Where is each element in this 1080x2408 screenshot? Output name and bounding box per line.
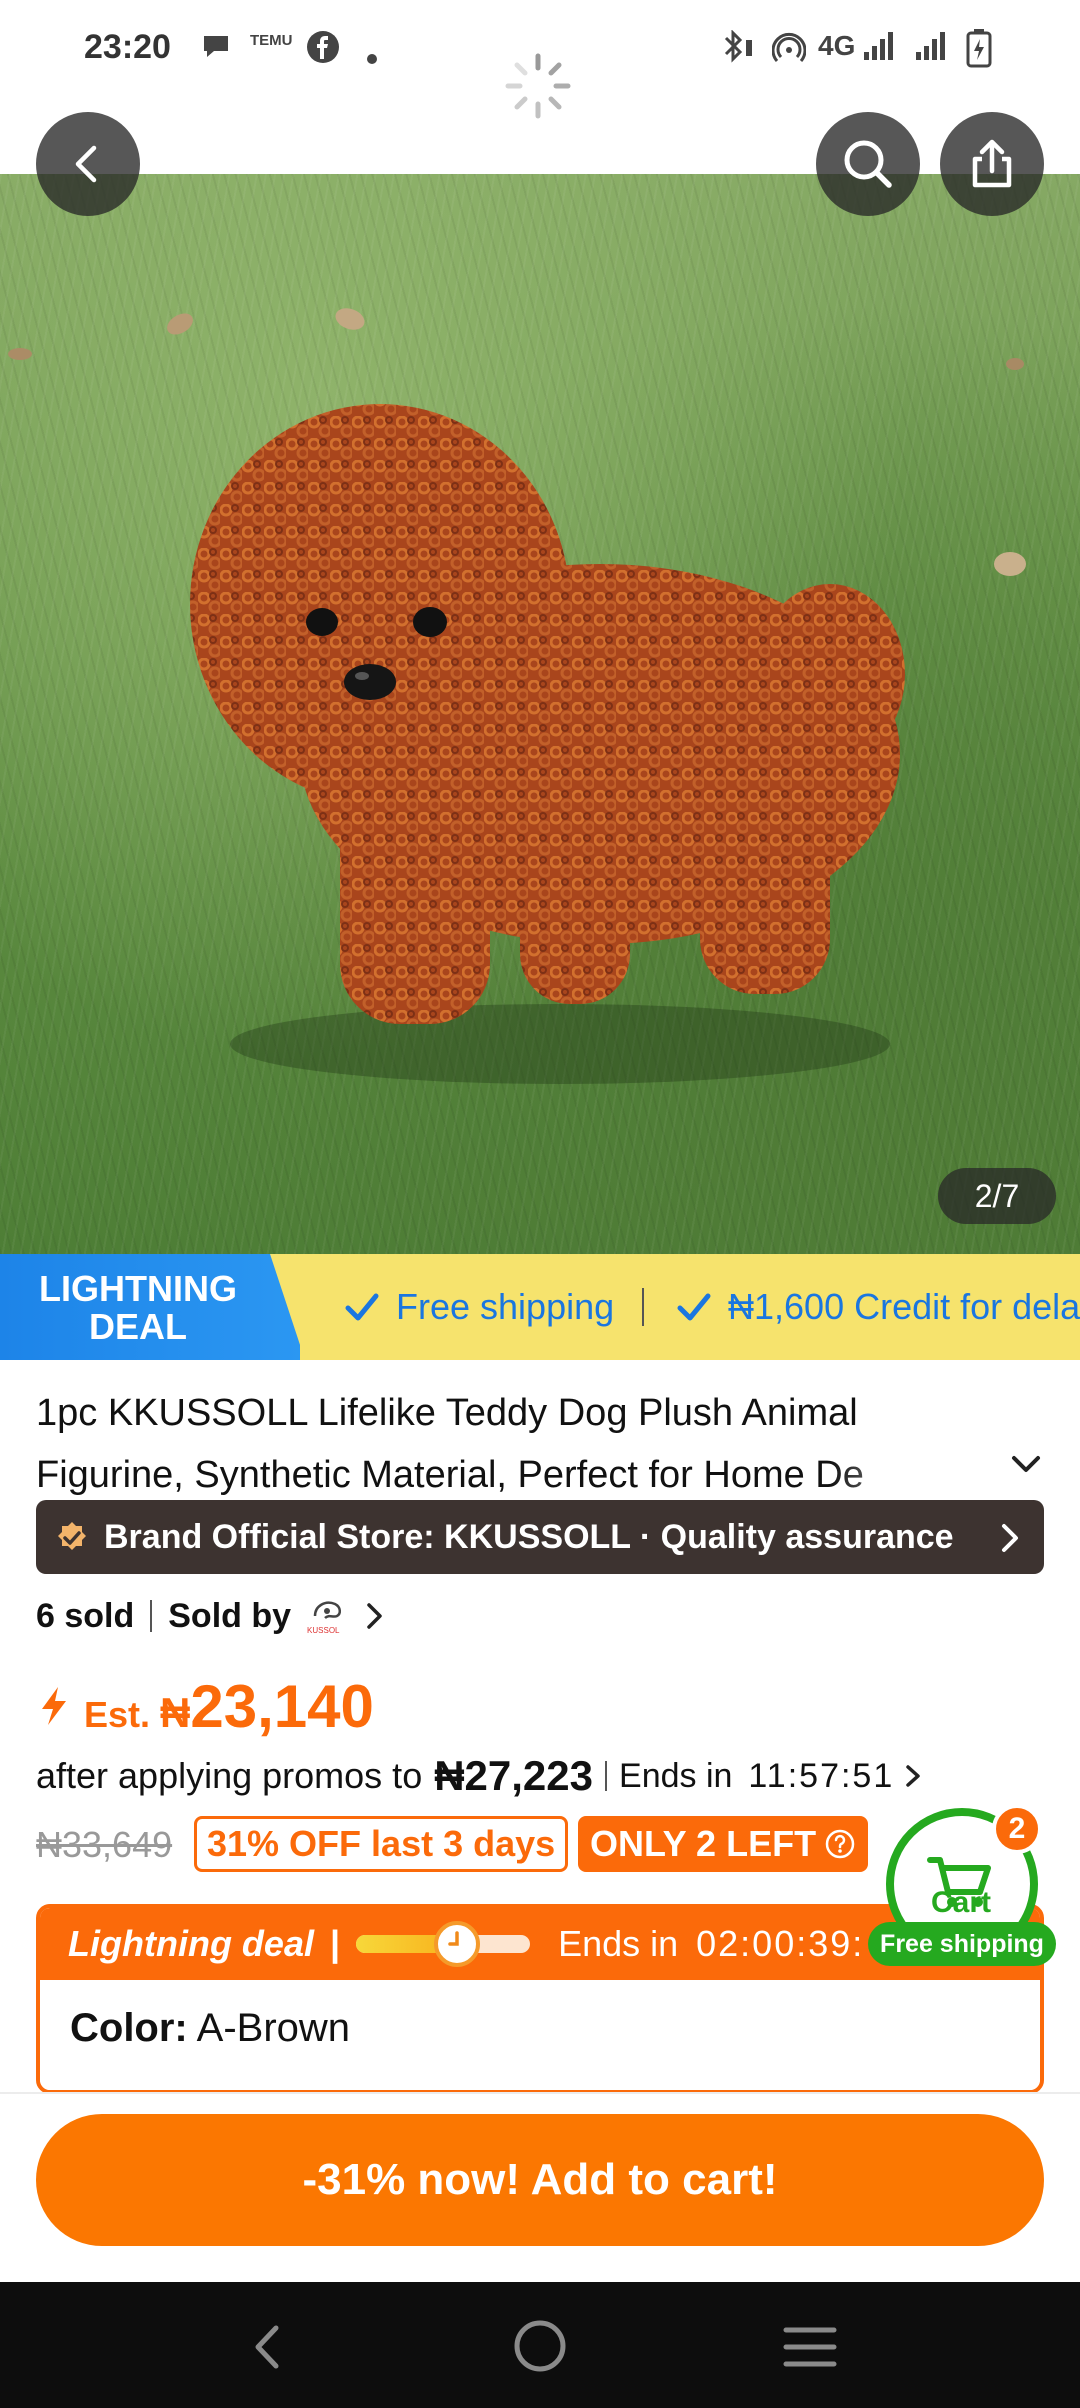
cart-free-shipping-pill: Free shipping — [868, 1922, 1056, 1966]
free-shipping-label: Free shipping — [396, 1286, 615, 1327]
hotspot-icon — [771, 30, 807, 71]
price-amount: 23,140 — [190, 1673, 374, 1740]
color-value: A-Brown — [196, 2006, 351, 2050]
chevron-right-icon — [1002, 1524, 1018, 1552]
stock-badge[interactable]: ONLY 2 LEFT — [578, 1816, 869, 1872]
promo-row[interactable]: after applying promos to ₦27,223 Ends in… — [36, 1752, 926, 1800]
signal-icon — [862, 30, 896, 69]
search-icon — [844, 140, 892, 188]
loading-spinner-icon — [505, 53, 571, 119]
seller-logo[interactable]: KUSSOL — [307, 1596, 347, 1636]
ends-time: 11:57:51 — [748, 1756, 895, 1795]
color-selector[interactable]: Color: A-Brown — [40, 1980, 1040, 2090]
stock-badge-text: ONLY 2 LEFT — [590, 1823, 817, 1864]
dog-plush-image — [8, 308, 1026, 1084]
signal-2-icon — [914, 30, 948, 69]
share-button[interactable] — [940, 112, 1044, 216]
cart-count-badge: 2 — [992, 1804, 1042, 1854]
chat-icon — [200, 30, 232, 69]
sold-by-label[interactable]: Sold by — [168, 1597, 291, 1636]
banner-divider — [642, 1288, 644, 1326]
promo-prefix: after applying promos to — [36, 1755, 423, 1796]
sold-row: 6 sold Sold by KUSSOL — [36, 1596, 387, 1636]
share-icon — [972, 139, 1012, 188]
deal-ends-time: 02:00:39: — [696, 1923, 865, 1964]
status-bar: 23:20 TEMU 4G — [0, 0, 1080, 119]
check-icon-2 — [677, 1293, 711, 1321]
color-label: Color: — [70, 2006, 188, 2050]
seller-logo-text: KUSSOL — [307, 1626, 340, 1635]
sold-divider — [150, 1600, 153, 1632]
image-counter: 2/7 — [938, 1168, 1056, 1224]
cart-label: Cart — [930, 1886, 991, 1919]
status-time: 23:20 — [84, 28, 171, 66]
ends-label: Ends in — [619, 1756, 733, 1795]
title-fade — [830, 1444, 970, 1506]
back-button[interactable] — [36, 112, 140, 216]
system-menu-icon[interactable] — [782, 2324, 838, 2370]
title-line-2: Figurine, Synthetic Material, Perfect fo… — [36, 1454, 864, 1496]
promo-divider — [605, 1761, 608, 1791]
facebook-icon — [306, 30, 340, 71]
product-image[interactable]: 2/7 — [0, 174, 1080, 1254]
clock-icon — [434, 1921, 481, 1967]
lightning-deal-label: Lightning deal — [68, 1923, 314, 1964]
original-price: ₦33,649 — [36, 1824, 173, 1865]
bluetooth-icon — [716, 29, 756, 71]
lightning-deal-tag: LIGHTNING DEAL — [0, 1254, 300, 1360]
est-label: Est. — [84, 1694, 151, 1735]
lightning-tag-line1: LIGHTNING — [39, 1268, 237, 1309]
lightning-icon — [42, 1687, 66, 1725]
currency-symbol: ₦ — [160, 1689, 191, 1736]
credit-label: ₦1,600 Credit for dela — [728, 1286, 1080, 1327]
system-back-icon[interactable] — [246, 2322, 290, 2372]
network-label: 4G — [818, 30, 856, 61]
temu-icon: TEMU — [250, 32, 293, 49]
seller-logo-icon — [313, 1601, 342, 1619]
brand-store-bar[interactable]: Brand Official Store: KKUSSOLL · Quality… — [36, 1500, 1044, 1574]
chevron-right-icon-3 — [906, 1765, 920, 1787]
lightning-tag-line2: DEAL — [89, 1306, 187, 1347]
bottom-action-bar: -31% now! Add to cart! — [0, 2092, 1080, 2282]
brand-store-text: Brand Official Store: KKUSSOLL · Quality… — [104, 1517, 954, 1556]
chevron-right-icon-2[interactable] — [363, 1599, 387, 1633]
lightning-deal-banner: LIGHTNING DEAL Free shipping ₦1,600 Cred… — [0, 1254, 1080, 1360]
promo-price: ₦27,223 — [434, 1752, 594, 1799]
deal-ends-label: Ends in — [558, 1923, 679, 1964]
deal-progress-bar — [356, 1921, 531, 1967]
help-icon — [825, 1829, 855, 1859]
title-line-1: 1pc KKUSSOLL Lifelike Teddy Dog Plush An… — [36, 1392, 858, 1434]
discount-badge: 31% OFF last 3 days — [194, 1816, 569, 1872]
dot-icon — [366, 40, 378, 72]
verified-badge-icon — [58, 1522, 86, 1550]
back-icon — [75, 145, 97, 183]
battery-icon — [966, 28, 992, 75]
deal-divider: | — [329, 1923, 341, 1964]
system-home-icon[interactable] — [512, 2318, 568, 2374]
system-nav-bar — [0, 2282, 1080, 2408]
check-icon — [345, 1293, 379, 1321]
cart-button[interactable]: Cart 2 Free shipping — [868, 1804, 1056, 1966]
search-button[interactable] — [816, 112, 920, 216]
sold-count: 6 sold — [36, 1596, 135, 1635]
price-row: Est. ₦ 23,140 — [36, 1672, 374, 1741]
add-to-cart-button[interactable]: -31% now! Add to cart! — [36, 2114, 1044, 2246]
chevron-down-icon[interactable] — [1006, 1448, 1046, 1480]
